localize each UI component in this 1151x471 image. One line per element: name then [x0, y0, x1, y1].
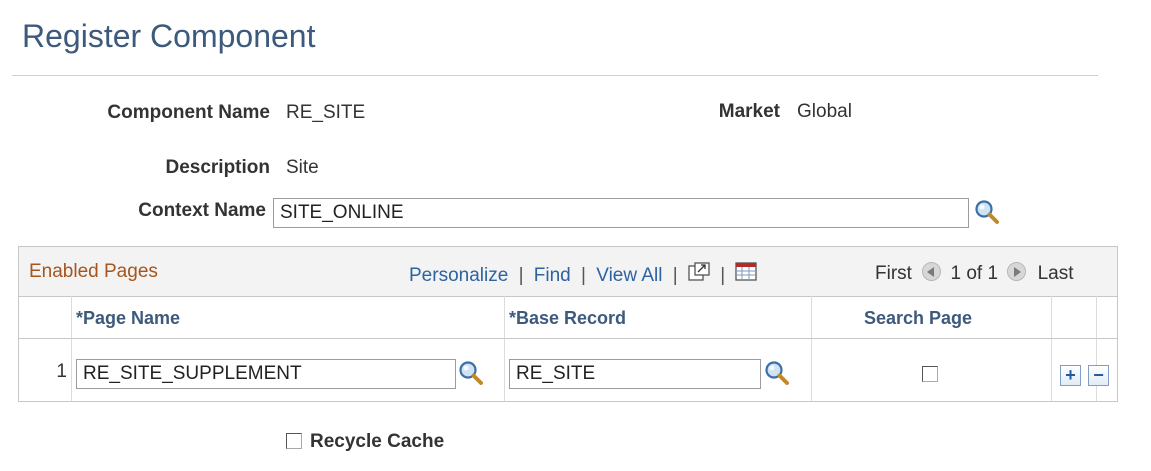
- context-lookup-icon[interactable]: [973, 198, 1001, 226]
- page-range: 1 of 1: [950, 263, 999, 284]
- add-column-header: [1052, 296, 1097, 339]
- new-window-icon[interactable]: [688, 262, 710, 288]
- page-title: Register Component: [22, 18, 316, 54]
- next-arrow-icon[interactable]: [1007, 262, 1027, 281]
- nav-separator: |: [672, 265, 678, 286]
- find-link[interactable]: Find: [534, 265, 571, 286]
- row-number-header: [19, 296, 72, 339]
- title-divider: [12, 75, 1098, 76]
- personalize-link[interactable]: Personalize: [409, 265, 508, 286]
- previous-arrow-icon[interactable]: [922, 262, 942, 281]
- page-name-lookup-icon[interactable]: [457, 359, 485, 387]
- base-record-input[interactable]: RE_SITE: [509, 359, 761, 389]
- market-label: Market: [718, 101, 780, 122]
- context-name-input[interactable]: SITE_ONLINE: [273, 198, 969, 228]
- component-name-value: RE_SITE: [286, 102, 366, 123]
- row-number-cell: 1: [19, 339, 72, 401]
- nav-separator: |: [720, 265, 726, 286]
- base-record-header-label: *Base Record: [509, 308, 627, 328]
- page-name-header-label: *Page Name: [76, 308, 181, 328]
- search-page-checkbox[interactable]: [922, 366, 938, 382]
- nav-separator: |: [518, 265, 524, 286]
- page-name-header: *Page Name: [72, 296, 505, 339]
- search-page-header: Search Page: [812, 296, 1052, 339]
- nav-separator: |: [581, 265, 586, 286]
- row-number: 1: [56, 361, 67, 382]
- search-page-header-label: Search Page: [864, 308, 973, 328]
- enabled-pages-grid: Enabled Pages Personalize | Find | View …: [18, 246, 1118, 402]
- grid-pager: First 1 of 1 Last: [875, 262, 1074, 285]
- base-record-lookup-icon[interactable]: [763, 359, 791, 387]
- market-value: Global: [797, 101, 852, 122]
- add-row-button[interactable]: +: [1060, 365, 1081, 386]
- context-name-label: Context Name: [138, 200, 266, 221]
- description-label: Description: [165, 157, 270, 178]
- spreadsheet-icon[interactable]: [735, 262, 758, 288]
- page-name-input[interactable]: RE_SITE_SUPPLEMENT: [76, 359, 456, 389]
- recycle-cache-checkbox[interactable]: [286, 433, 302, 449]
- component-name-label: Component Name: [107, 102, 270, 123]
- first-label: First: [875, 263, 912, 284]
- delete-row-button[interactable]: −: [1088, 365, 1109, 386]
- delete-column-header: [1097, 296, 1117, 339]
- description-value: Site: [286, 157, 319, 178]
- base-record-header: *Base Record: [505, 296, 812, 339]
- grid-header-bar: Enabled Pages Personalize | Find | View …: [19, 247, 1117, 297]
- grid-title: Enabled Pages: [29, 261, 158, 282]
- last-label: Last: [1037, 263, 1074, 284]
- view-all-link[interactable]: View All: [596, 265, 662, 286]
- grid-navigation: Personalize | Find | View All | |: [409, 262, 758, 288]
- recycle-cache-label: Recycle Cache: [310, 431, 445, 452]
